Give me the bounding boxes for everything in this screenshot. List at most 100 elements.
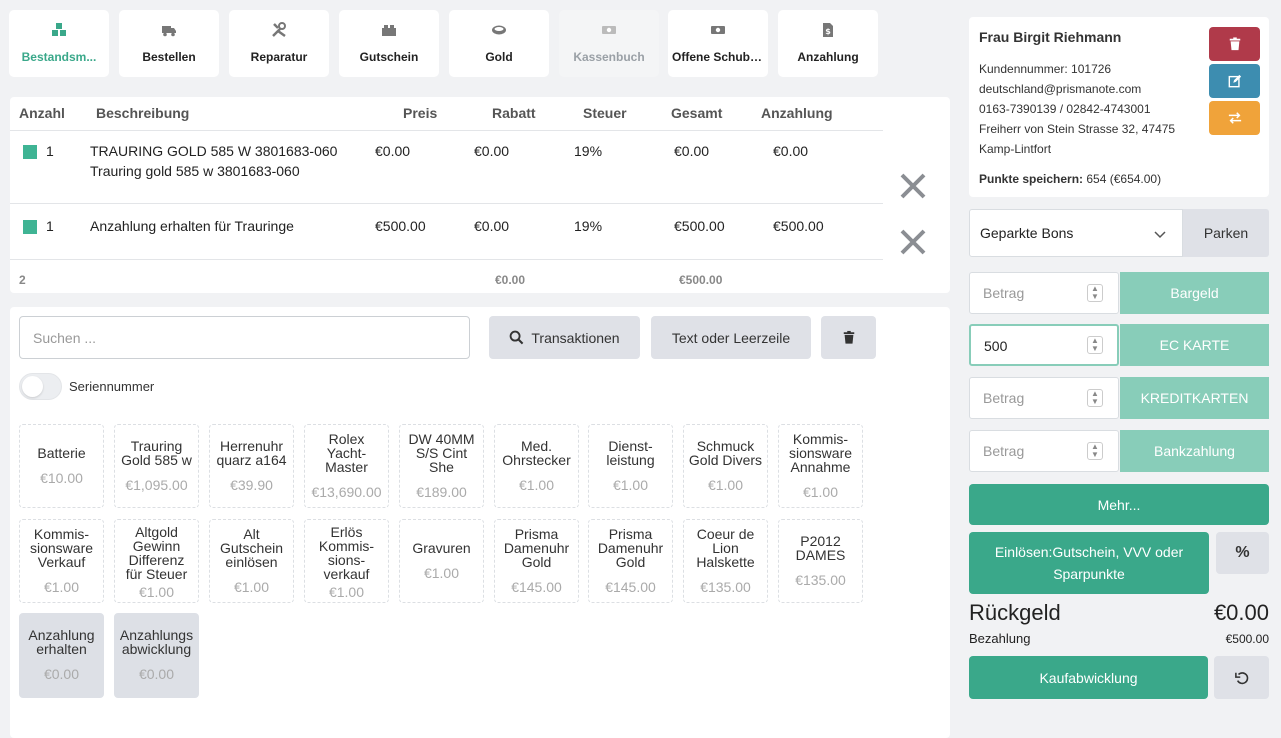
- product-name: sions-: [327, 552, 366, 568]
- row-price[interactable]: €500.00: [375, 216, 426, 236]
- product-tile[interactable]: Kommis-sionsware Annahme €1.00: [778, 424, 863, 508]
- ec-card-amount-field[interactable]: ▲▼: [969, 324, 1119, 366]
- product-tile[interactable]: Kommis-sionsware Verkauf €1.00: [19, 519, 104, 603]
- tab-label: Bestellen: [142, 50, 196, 64]
- tab-reparatur[interactable]: Reparatur: [229, 10, 329, 77]
- product-tile[interactable]: Alt Gutschein einlösen €1.00: [209, 519, 294, 603]
- product-name: Verkauf: [37, 554, 86, 570]
- product-tile[interactable]: Prisma Damenuhr Gold €145.00: [588, 519, 673, 603]
- cash-amount-input[interactable]: [970, 273, 1088, 313]
- product-tile[interactable]: Med. Ohrstecker €1.00: [494, 424, 579, 508]
- product-name: erhalten: [36, 641, 87, 657]
- delete-customer-button[interactable]: [1209, 27, 1260, 61]
- product-tile[interactable]: Rolex Yacht- Master €13,690.00: [304, 424, 389, 508]
- product-name: Alt: [243, 526, 260, 542]
- tab-label: Reparatur: [250, 50, 308, 64]
- park-button[interactable]: Parken: [1183, 209, 1269, 257]
- product-tile[interactable]: Batterie €10.00: [19, 424, 104, 508]
- credit-card-amount-input[interactable]: [970, 378, 1088, 418]
- product-name: DAMES: [795, 547, 846, 563]
- product-name: Med.: [520, 438, 553, 454]
- tab-label: Offene Schublade: [672, 50, 768, 64]
- product-price: €1.00: [802, 484, 839, 500]
- product-tile[interactable]: DW 40MM S/S Cint She €189.00: [399, 424, 484, 508]
- swap-customer-button[interactable]: [1209, 101, 1260, 135]
- product-tile[interactable]: Herrenuhr quarz a164 €39.90: [209, 424, 294, 508]
- product-price: €13,690.00: [311, 484, 382, 500]
- product-name: Erlös: [330, 524, 363, 540]
- text-line-label: Text oder Leerzeile: [671, 329, 791, 346]
- row-quantity[interactable]: 1: [46, 216, 54, 236]
- product-tile[interactable]: Dienst-leistung €1.00: [588, 424, 673, 508]
- search-input[interactable]: [19, 316, 470, 359]
- ec-card-amount-input[interactable]: [971, 326, 1089, 366]
- product-tile[interactable]: Coeur de Lion Halskette €135.00: [683, 519, 768, 603]
- credit-card-button[interactable]: KREDITKARTEN: [1120, 377, 1269, 419]
- product-tile[interactable]: Erlös Kommis-sions-verkauf €1.00: [304, 519, 389, 603]
- tab-bestandsmanagement[interactable]: Bestandsm...: [9, 10, 109, 77]
- row-color-marker: [23, 220, 37, 234]
- tab-gold[interactable]: Gold: [449, 10, 549, 77]
- serial-number-toggle[interactable]: [19, 373, 62, 400]
- ec-card-button[interactable]: EC KARTE: [1120, 324, 1269, 366]
- stepper-icon[interactable]: ▲ ▼: [1087, 442, 1103, 460]
- bank-transfer-amount-input[interactable]: [970, 431, 1088, 471]
- product-tile[interactable]: Prisma Damenuhr Gold €145.00: [494, 519, 579, 603]
- tab-bestellen[interactable]: Bestellen: [119, 10, 219, 77]
- undo-button[interactable]: [1214, 656, 1269, 699]
- product-tile[interactable]: Altgold Gewinn Differenz für Steuer €1.00: [114, 519, 199, 603]
- ec-card-label: EC KARTE: [1159, 337, 1230, 353]
- bank-transfer-label: Bankzahlung: [1154, 443, 1235, 459]
- product-tile[interactable]: P2012 DAMES €135.00: [778, 519, 863, 603]
- stepper-icon[interactable]: ▲ ▼: [1087, 336, 1103, 354]
- customer-name: Frau Birgit Riehmann: [979, 29, 1122, 45]
- product-tile[interactable]: Anzahlung erhalten €0.00: [19, 613, 104, 698]
- row-discount[interactable]: €0.00: [474, 141, 509, 161]
- product-tile[interactable]: Trauring Gold 585 w €1,095.00: [114, 424, 199, 508]
- product-name: Lion: [712, 540, 739, 556]
- redeem-button[interactable]: Einlösen:Gutschein, VVV oder Sparpunkte: [969, 532, 1209, 594]
- stepper-icon[interactable]: ▲ ▼: [1087, 284, 1103, 302]
- discount-percent-button[interactable]: %: [1216, 532, 1269, 574]
- cash-button[interactable]: Bargeld: [1120, 272, 1269, 314]
- row-discount[interactable]: €0.00: [474, 216, 509, 236]
- product-name: Kommis-: [792, 431, 849, 447]
- bank-transfer-button[interactable]: Bankzahlung: [1120, 430, 1269, 472]
- product-tile[interactable]: Gravuren €1.00: [399, 519, 484, 603]
- product-tile[interactable]: Anzahlungs abwicklung €0.00: [114, 613, 199, 698]
- bank-transfer-amount-field[interactable]: ▲▼: [969, 430, 1119, 472]
- clear-search-button[interactable]: [821, 316, 876, 359]
- parked-receipts-value: Geparkte Bons: [980, 225, 1074, 241]
- product-price: €135.00: [795, 572, 846, 588]
- product-price: €1.00: [518, 477, 555, 493]
- product-name: quarz a164: [216, 452, 287, 468]
- col-header-preis: Preis: [403, 105, 438, 121]
- tab-offene-schublade[interactable]: Offene Schublade: [668, 10, 768, 77]
- points-label: Punkte speichern:: [979, 172, 1084, 186]
- more-button[interactable]: Mehr...: [969, 484, 1269, 525]
- redeem-label: Einlösen:Gutschein, VVV oder: [994, 544, 1184, 560]
- tab-gutschein[interactable]: Gutschein: [339, 10, 439, 77]
- parked-receipts-select[interactable]: Geparkte Bons: [969, 209, 1183, 257]
- discount-total: €0.00: [495, 273, 526, 287]
- row-deposit[interactable]: €500.00: [773, 216, 824, 236]
- row-price[interactable]: €0.00: [375, 141, 410, 161]
- col-header-anzahlung: Anzahlung: [761, 105, 833, 121]
- product-name: Prisma: [608, 526, 653, 542]
- transactions-button[interactable]: Transaktionen: [489, 316, 640, 359]
- product-name: Kommis-: [318, 538, 375, 554]
- stepper-icon[interactable]: ▲ ▼: [1087, 389, 1103, 407]
- cash-amount-field[interactable]: ▲▼: [969, 272, 1119, 314]
- credit-card-amount-field[interactable]: ▲▼: [969, 377, 1119, 419]
- remove-row-button[interactable]: [895, 224, 931, 260]
- row-deposit[interactable]: €0.00: [773, 141, 808, 161]
- edit-customer-button[interactable]: [1209, 64, 1260, 98]
- remove-row-button[interactable]: [895, 168, 931, 204]
- tab-anzahlung[interactable]: $ Anzahlung: [778, 10, 878, 77]
- tab-kassenbuch[interactable]: Kassenbuch: [559, 10, 659, 77]
- row-quantity[interactable]: 1: [46, 141, 54, 161]
- checkout-button[interactable]: Kaufabwicklung: [969, 656, 1208, 699]
- product-name: Altgold: [135, 524, 178, 540]
- product-tile[interactable]: Schmuck Gold Divers €1.00: [683, 424, 768, 508]
- text-line-button[interactable]: Text oder Leerzeile: [651, 316, 811, 359]
